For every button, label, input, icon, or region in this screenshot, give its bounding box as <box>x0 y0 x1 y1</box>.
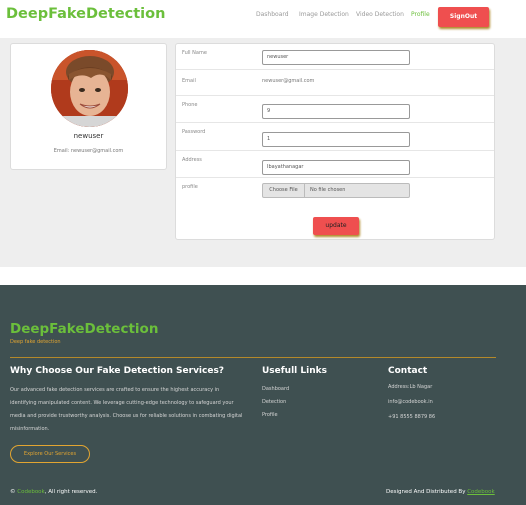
why-text: Our advanced fake detection services are… <box>10 387 243 432</box>
designed-by: Designed And Distributed By Codebook <box>386 489 495 495</box>
avatar <box>51 50 128 127</box>
profile-file-input[interactable]: Choose File No file chosen <box>262 183 410 198</box>
row-fullname: Full Name newuser <box>176 44 494 70</box>
designed-by-text: Designed And Distributed By <box>386 489 466 495</box>
footer-tagline: Deep fake detection <box>10 339 61 345</box>
profile-card: newuser Email: newuser@gmail.com <box>10 43 167 170</box>
label-phone: Phone <box>182 102 198 108</box>
contact-phone: +91 8555 8879 86 <box>388 414 436 420</box>
designed-by-link[interactable]: Codebook <box>467 489 495 495</box>
contact-email[interactable]: info@codebook.in <box>388 399 433 405</box>
row-phone: Phone 9 <box>176 96 494 123</box>
file-status: No file chosen <box>310 187 346 193</box>
copyright-text: , All right reserved. <box>44 489 98 495</box>
label-profile: profile <box>182 184 198 190</box>
footer-link-dashboard[interactable]: Dashboard <box>262 386 289 392</box>
avatar-photo <box>51 50 128 127</box>
profile-form: Full Name newuser Email newuser@gmail.co… <box>175 43 495 240</box>
label-password: Password <box>182 129 206 135</box>
footer-link-profile[interactable]: Profile <box>262 412 278 418</box>
copyright: © Codebook, All right reserved. <box>10 489 97 495</box>
row-password: Password 1 <box>176 123 494 151</box>
profile-section: newuser Email: newuser@gmail.com Full Na… <box>0 38 526 267</box>
brand-logo[interactable]: DeepFakeDetection <box>6 6 165 22</box>
nav-dashboard[interactable]: Dashboard <box>256 11 289 18</box>
email-value: newuser@gmail.com <box>262 78 315 84</box>
label-fullname: Full Name <box>182 50 207 56</box>
copyright-brand-link[interactable]: Codebook <box>17 489 45 495</box>
choose-file-button[interactable]: Choose File <box>263 184 305 197</box>
footer-link-detection[interactable]: Detection <box>262 399 286 405</box>
password-input[interactable]: 1 <box>262 132 410 147</box>
phone-input[interactable]: 9 <box>262 104 410 119</box>
row-address: Address Ibayathanagar <box>176 151 494 178</box>
fullname-input[interactable]: newuser <box>262 50 410 65</box>
row-profile: profile Choose File No file chosen <box>176 178 494 206</box>
copyright-icon: © <box>10 489 16 495</box>
profile-username: newuser <box>73 132 104 140</box>
signout-button[interactable]: SignOut <box>438 7 489 27</box>
nav-image-detection[interactable]: Image Detection <box>299 11 349 18</box>
label-email: Email <box>182 78 196 84</box>
nav-profile[interactable]: Profile <box>411 11 430 18</box>
top-navbar: DeepFakeDetection Dashboard Image Detect… <box>0 0 526 36</box>
site-footer: DeepFakeDetection Deep fake detection Wh… <box>0 285 526 505</box>
profile-email: Email: newuser@gmail.com <box>53 148 124 154</box>
update-button[interactable]: update <box>313 217 359 235</box>
label-address: Address <box>182 157 202 163</box>
why-heading: Why Choose Our Fake Detection Services? <box>10 366 225 376</box>
footer-divider <box>10 357 496 358</box>
address-input[interactable]: Ibayathanagar <box>262 160 410 175</box>
nav-video-detection[interactable]: Video Detection <box>356 11 404 18</box>
links-heading: Usefull Links <box>262 366 327 376</box>
footer-brand[interactable]: DeepFakeDetection <box>10 321 158 337</box>
row-email: Email newuser@gmail.com <box>176 70 494 96</box>
contact-heading: Contact <box>388 366 428 376</box>
contact-address: Address:Lb Nagar <box>388 384 433 390</box>
explore-services-button[interactable]: Explore Our Services <box>10 445 90 463</box>
